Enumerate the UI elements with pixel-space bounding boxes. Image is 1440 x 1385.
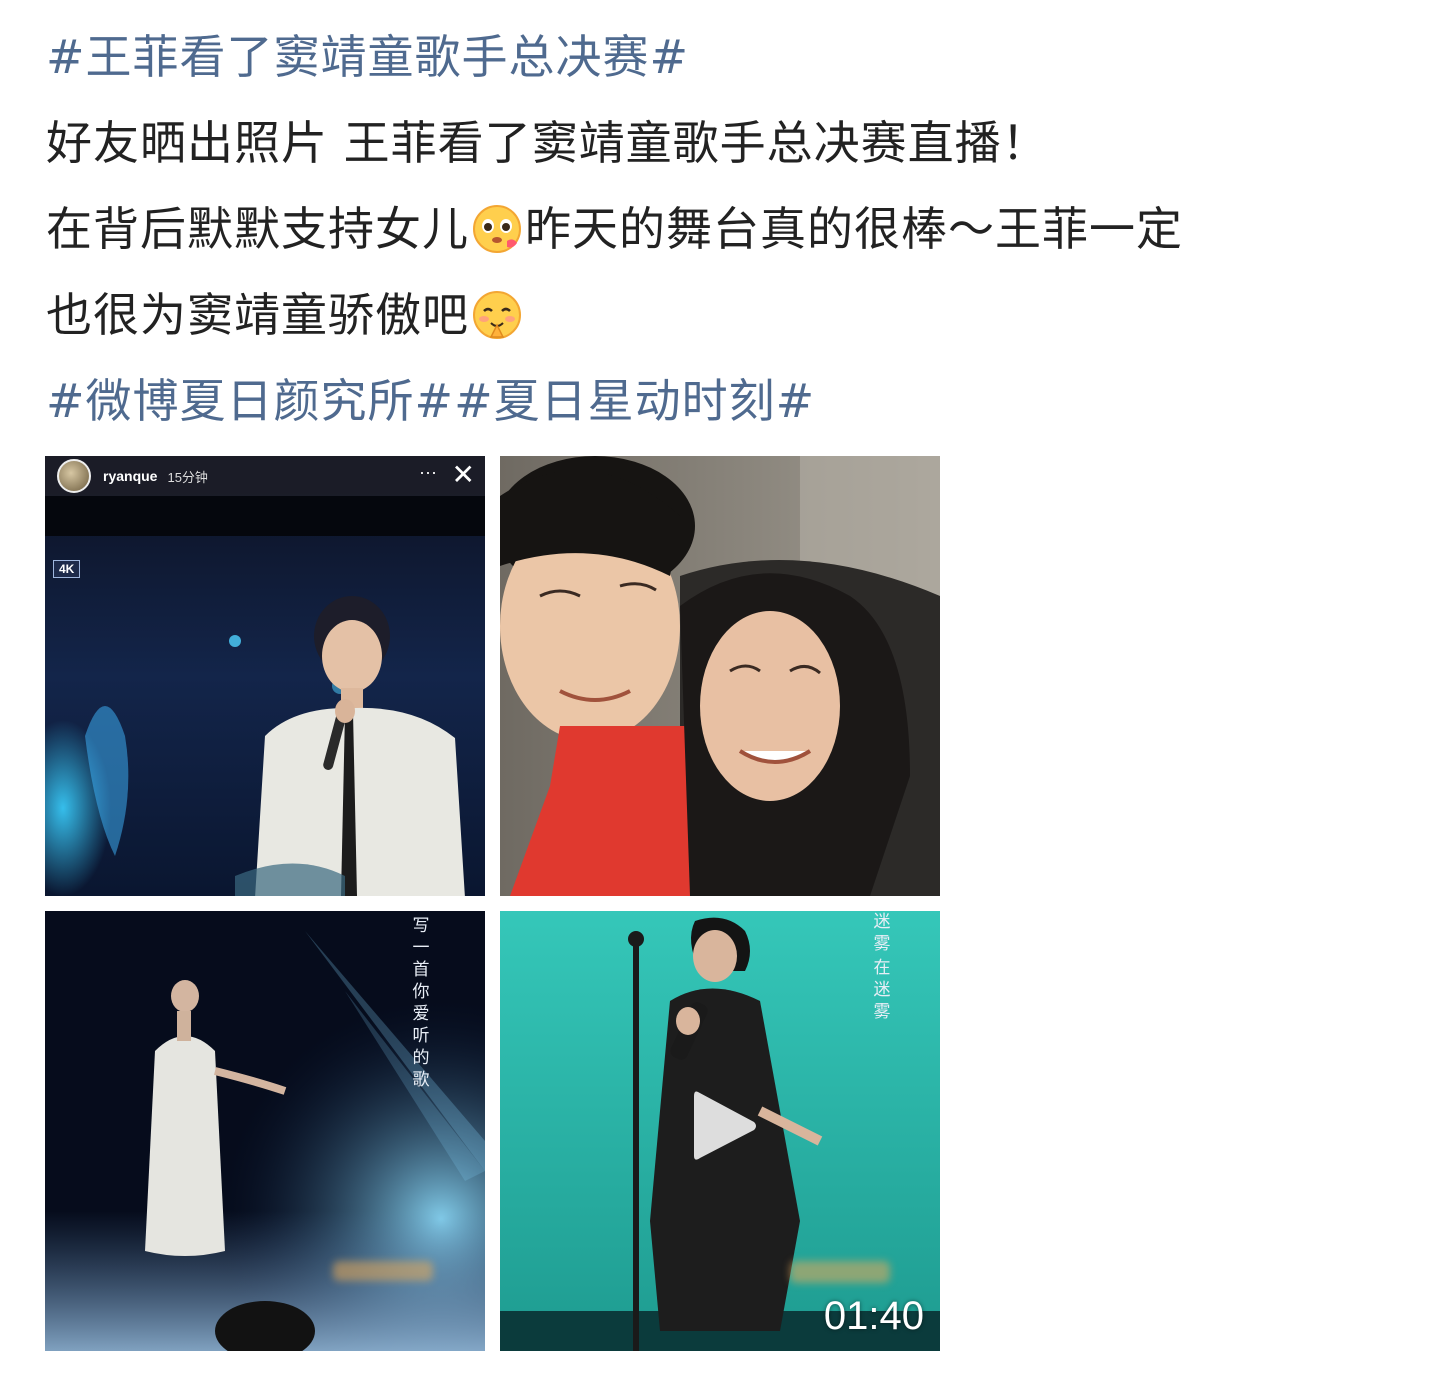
lyrics-overlay-2: 在迷雾 [873, 958, 891, 1022]
post-line-1: 好友晒出照片 王菲看了窦靖童歌手总决赛直播！ [46, 116, 1049, 170]
hashtag-link-summer-star[interactable]: #夏日星动时刻# [454, 374, 815, 428]
channel-4k-badge: 4K [53, 560, 81, 578]
story-timestamp: 15分钟 [167, 469, 208, 485]
image-grid: ryanque 15分钟 ··· ✕ 4K 写一首你爱听的歌 迷雾 在迷雾 01… [45, 456, 940, 1351]
image-stage-photo[interactable]: 写一首你爱听的歌 [45, 911, 485, 1351]
post-text: #王菲看了窦靖童歌手总决赛# 好友晒出照片 王菲看了窦靖童歌手总决赛直播！ 在背… [46, 14, 1406, 444]
video-thumbnail[interactable]: 迷雾 在迷雾 01:40 [500, 911, 940, 1351]
image-selfie[interactable] [500, 456, 940, 896]
more-icon[interactable]: ··· [419, 462, 437, 483]
close-icon[interactable]: ✕ [452, 458, 475, 492]
avatar[interactable] [57, 459, 91, 493]
hashtag-line-bottom: #微博夏日颜究所##夏日星动时刻# [46, 358, 1406, 444]
lyrics-overlay-1: 迷雾 [873, 912, 891, 954]
story-username[interactable]: ryanque [103, 468, 157, 484]
play-icon[interactable] [690, 1086, 760, 1166]
image-story-screenshot[interactable]: ryanque 15分钟 ··· ✕ 4K [45, 456, 485, 896]
video-duration: 01:40 [823, 1294, 924, 1338]
post-line-2-start: 在背后默默支持女儿 [46, 202, 469, 256]
pleading-face-icon [473, 205, 521, 253]
hashtag-link-summer-beauty[interactable]: #微博夏日颜究所# [46, 374, 454, 428]
blush-praying-face-icon [473, 291, 521, 339]
post-line-3: 也很为窦靖童骄傲吧 [46, 272, 1406, 358]
post-line-2: 在背后默默支持女儿 昨天的舞台真的很棒～王菲一定 [46, 186, 1406, 272]
hashtag-link[interactable]: #王菲看了窦靖童歌手总决赛# [46, 30, 689, 84]
blurred-caption [790, 1261, 890, 1283]
post-line-2-end: 昨天的舞台真的很棒～王菲一定 [525, 202, 1183, 256]
story-photo [45, 456, 485, 896]
hashtag-line: #王菲看了窦靖童歌手总决赛# [46, 14, 1406, 100]
post-line-3-text: 也很为窦靖童骄傲吧 [46, 288, 469, 342]
blurred-caption [333, 1261, 433, 1281]
story-header: ryanque 15分钟 ··· ✕ [45, 456, 485, 496]
selfie-photo [500, 456, 940, 896]
lyrics-overlay: 写一首你爱听的歌 [412, 916, 430, 1090]
